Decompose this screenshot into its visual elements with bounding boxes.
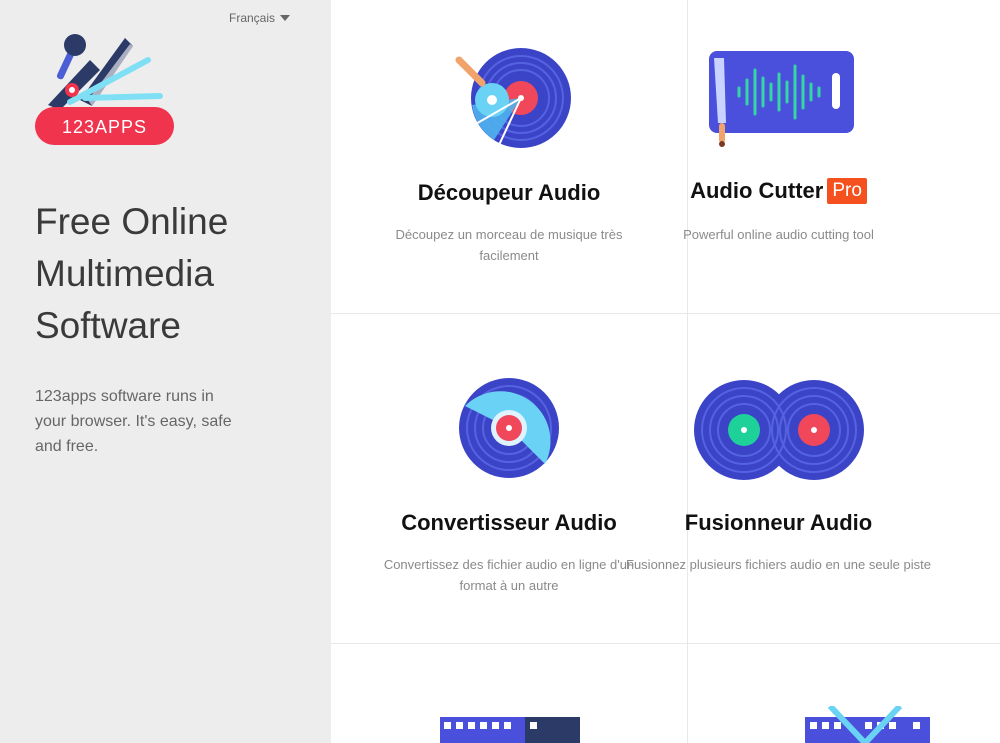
app-title: Fusionneur Audio <box>684 510 873 535</box>
app-card-audio-cutter-pro[interactable]: Audio Cutter Pro Powerful online audio cu… <box>683 0 1000 330</box>
sidebar: Français 123APPS Free Online Multimedia … <box>0 0 331 743</box>
waveform-knife-icon <box>708 51 854 147</box>
app-card-audio-cutter-fr[interactable]: Découpeur Audio Découpez un morceau de m… <box>331 0 687 330</box>
app-description: Powerful online audio cutting tool <box>683 227 874 242</box>
app-card-audio-joiner[interactable]: Fusionneur Audio Fusionnez plusieurs fic… <box>626 330 1000 660</box>
vinyl-merge-icon <box>693 380 864 480</box>
app-card-audio-converter[interactable]: Convertisseur Audio Convertissez des fic… <box>331 330 687 660</box>
film-scissors-icon <box>805 706 930 743</box>
page-title: Free Online Multimedia Software <box>35 196 295 352</box>
caret-down-icon <box>280 15 291 21</box>
film-strip-icon <box>440 717 580 743</box>
tagline: 123apps software runs in your browser. I… <box>35 388 232 455</box>
app-title: Audio Cutter Pro <box>513 178 1000 204</box>
language-selector[interactable]: Français <box>229 11 291 25</box>
headline-line-2: Multimedia <box>35 253 214 294</box>
app-title-text: Audio Cutter <box>690 178 824 203</box>
vinyl-cut-icon <box>455 48 571 148</box>
headline-line-3: Software <box>35 305 182 346</box>
logo-text: 123APPS <box>62 117 147 137</box>
123apps-logo[interactable]: 123APPS <box>30 30 180 150</box>
language-label: Français <box>229 11 276 25</box>
vinyl-convert-icon <box>459 378 559 478</box>
headline-line-1: Free Online <box>35 201 229 242</box>
app-description: Fusionnez plusieurs fichiers audio en un… <box>626 557 931 572</box>
pro-badge: Pro <box>827 178 867 204</box>
